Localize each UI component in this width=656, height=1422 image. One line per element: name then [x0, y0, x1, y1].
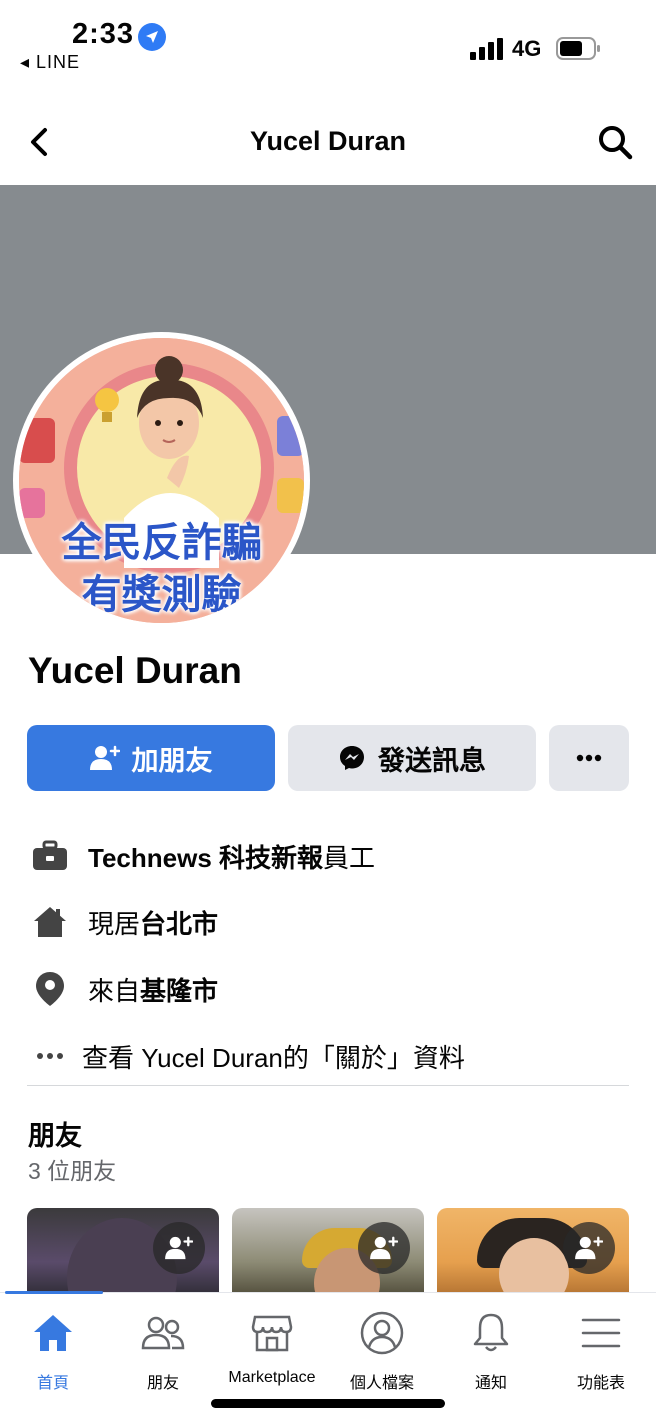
home-small-icon	[30, 902, 70, 942]
briefcase-icon	[30, 836, 70, 876]
tab-friends[interactable]: 朋友	[108, 1309, 218, 1393]
info-from: 來自 基隆市	[30, 967, 218, 1011]
friend-card[interactable]	[437, 1208, 629, 1298]
friends-icon	[141, 1316, 185, 1350]
tab-menu[interactable]: 功能表	[546, 1309, 656, 1393]
avatar-image: 全民反詐騙 有獎測驗	[19, 338, 304, 623]
tab-label: 朋友	[146, 1375, 179, 1392]
send-message-button[interactable]: 發送訊息	[288, 725, 536, 791]
avatar-caption-line1: 全民反詐騙	[61, 521, 262, 565]
friend-card[interactable]	[232, 1208, 424, 1298]
active-tab-indicator	[5, 1291, 103, 1294]
tab-label: 個人檔案	[349, 1375, 414, 1392]
profile-icon	[360, 1311, 404, 1355]
menu-icon	[581, 1318, 621, 1348]
profile-name: Yucel Duran	[28, 650, 242, 691]
more-options-button[interactable]	[549, 725, 629, 791]
ellipsis-icon	[30, 1036, 70, 1076]
location-pin-icon	[30, 969, 70, 1009]
work-title: 員工	[323, 842, 376, 873]
tab-notifications[interactable]: 通知	[436, 1309, 546, 1393]
add-friend-small-button[interactable]	[563, 1222, 615, 1274]
avatar-caption-line2: 有獎測驗	[81, 573, 242, 617]
lives-prefix: 現居	[88, 908, 141, 939]
navigation-bar: Yucel Duran	[0, 110, 656, 174]
tab-label: 通知	[474, 1375, 507, 1392]
tab-label: Marketplace	[228, 1369, 316, 1386]
location-arrow-icon	[138, 23, 166, 51]
status-bar: 2:33 ◂ LINE 4G	[0, 0, 656, 90]
network-type: 4G	[512, 36, 542, 61]
add-friend-icon	[165, 1236, 193, 1260]
add-friend-icon	[370, 1236, 398, 1260]
status-time: 2:33	[72, 18, 135, 50]
add-friend-label: 加朋友	[131, 745, 213, 776]
info-work: Technews 科技新報 員工	[30, 834, 375, 878]
send-message-label: 發送訊息	[378, 745, 486, 776]
add-friend-small-button[interactable]	[153, 1222, 205, 1274]
home-icon	[34, 1315, 72, 1351]
section-divider	[27, 1085, 629, 1086]
add-friend-icon	[89, 745, 120, 770]
home-indicator	[211, 1399, 445, 1408]
add-friend-button[interactable]: 加朋友	[27, 725, 275, 791]
tab-label: 首頁	[36, 1375, 69, 1392]
back-to-app-link[interactable]: ◂ LINE	[20, 52, 80, 73]
battery-icon	[556, 37, 600, 60]
lives-city: 台北市	[140, 908, 219, 939]
bell-icon	[473, 1313, 509, 1352]
friends-section-title: 朋友	[28, 1121, 82, 1151]
add-friend-small-button[interactable]	[358, 1222, 410, 1274]
tab-label: 功能表	[576, 1375, 625, 1392]
add-friend-icon	[575, 1236, 603, 1260]
profile-avatar[interactable]: 全民反詐騙 有獎測驗	[13, 332, 310, 629]
tab-home[interactable]: 首頁	[0, 1309, 108, 1393]
see-about-label: 查看 Yucel Duran的「關於」資料	[82, 1042, 465, 1073]
see-about-link[interactable]: 查看 Yucel Duran的「關於」資料	[30, 1034, 465, 1078]
messenger-icon	[340, 746, 364, 770]
tab-profile[interactable]: 個人檔案	[327, 1309, 437, 1393]
friends-count: 3 位朋友	[28, 1158, 117, 1184]
from-city: 基隆市	[140, 975, 219, 1006]
tab-marketplace[interactable]: Marketplace	[217, 1309, 327, 1387]
search-icon[interactable]	[595, 122, 635, 162]
signal-icon	[470, 38, 503, 60]
marketplace-icon	[251, 1315, 293, 1352]
info-lives: 現居 台北市	[30, 900, 218, 944]
friend-card[interactable]	[27, 1208, 219, 1298]
work-company: Technews 科技新報	[88, 842, 324, 873]
from-prefix: 來自	[88, 975, 141, 1006]
more-dots-icon	[576, 754, 602, 762]
page-title: Yucel Duran	[249, 126, 407, 156]
